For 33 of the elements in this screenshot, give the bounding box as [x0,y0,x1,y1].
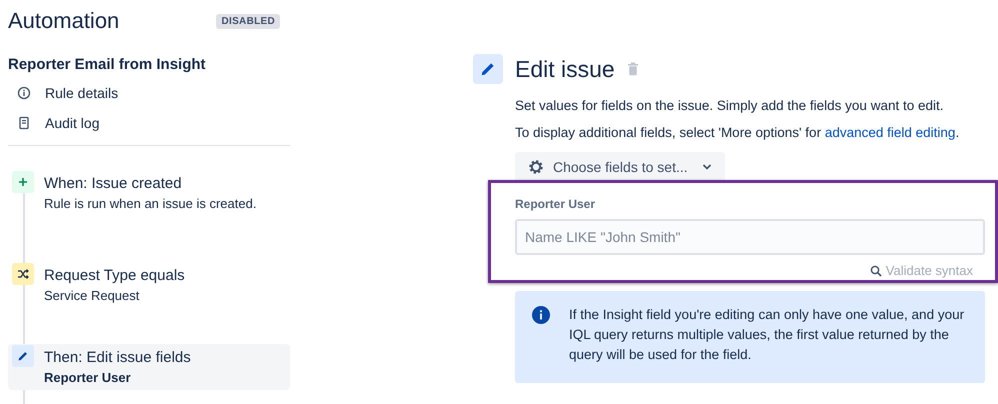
sidebar-link[interactable]: Audit log [45,115,100,131]
step-title: Then: Edit issue fields [44,349,191,366]
rule-step[interactable]: Then: Edit issue fields Reporter User [8,344,290,390]
status-lozenge: DISABLED [216,14,280,28]
trash-icon[interactable] [626,62,639,76]
query-input[interactable]: Name LIKE "John Smith" [515,219,985,255]
field-label: Reporter User [515,197,596,211]
sidebar-link[interactable]: Rule details [45,85,118,101]
shuffle-icon [12,263,34,285]
step-subtitle: Reporter User [44,370,132,385]
description: To display additional fields, select 'More options' for advanced field editing. [515,125,960,140]
document-icon [17,116,31,130]
choose-fields-button[interactable]: Choose fields to set... [515,152,725,182]
info-message: If the Insight field you're editing can only have one value, and your IQL query returns multiple values, the first value returned by the query will be used for the field. [569,306,966,364]
rule-name: Reporter Email from Insight [8,56,207,73]
info-icon [17,86,31,100]
step-title: When: Issue created [44,175,183,192]
chevron-down-icon [702,164,712,170]
info-icon [531,305,551,325]
search-icon [870,264,882,276]
step-title: Request Type equals [44,267,185,284]
gear-icon [527,158,545,176]
description: Set values for fields on the issue. Simply add the fields you want to edit. [515,98,944,113]
editor-title: Edit issue [515,56,615,82]
advanced-editing-link[interactable]: advanced field editing [824,125,956,140]
pencil-icon [12,345,34,367]
step-subtitle: Service Request [44,288,140,303]
plus-icon [12,171,34,193]
rule-step[interactable]: When: Issue created Rule is run when an issue is created. [8,170,290,216]
step-subtitle: Rule is run when an issue is created. [44,196,256,211]
page-title: Automation [8,8,120,34]
pencil-icon [473,54,503,84]
rule-step[interactable]: Request Type equals Service Request [8,262,290,308]
